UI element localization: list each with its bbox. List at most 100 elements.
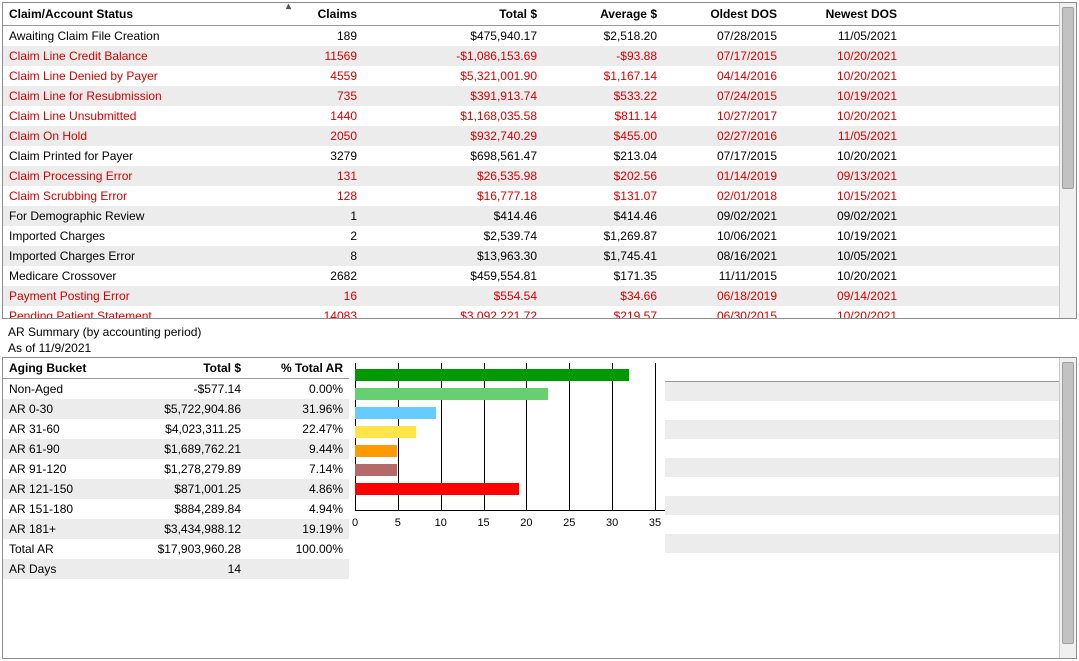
table-cell: 31.96% [247, 399, 349, 419]
table-cell: $698,561.47 [363, 146, 543, 166]
chart-gridline [612, 363, 613, 511]
vertical-scrollbar[interactable] [1059, 358, 1076, 658]
table-cell: 10/15/2021 [783, 186, 903, 206]
chart-bar [355, 388, 548, 400]
table-cell: $34.66 [543, 286, 663, 306]
chart-gridline [655, 363, 656, 511]
claims-table-header-row[interactable]: Claim/Account Status ▴ Claims Total $ Av… [3, 3, 1060, 26]
chart-bar [355, 407, 436, 419]
ar-summary-asof: As of 11/9/2021 [8, 341, 1075, 355]
table-row[interactable]: Claim Printed for Payer3279$698,561.47$2… [3, 146, 1060, 166]
table-row[interactable]: For Demographic Review1$414.46$414.4609/… [3, 206, 1060, 226]
table-cell: 10/20/2021 [783, 306, 903, 318]
table-row[interactable]: AR 151-180$884,289.844.94% [3, 499, 349, 519]
table-row[interactable]: AR 121-150$871,001.254.86% [3, 479, 349, 499]
table-cell: 06/18/2019 [663, 286, 783, 306]
table-cell: $219.57 [543, 306, 663, 318]
table-cell: 01/14/2019 [663, 166, 783, 186]
table-row[interactable]: Claim Line Credit Balance11569-$1,086,15… [3, 46, 1060, 66]
table-cell: 07/17/2015 [663, 146, 783, 166]
table-row[interactable]: Payment Posting Error16$554.54$34.6606/1… [3, 286, 1060, 306]
table-row[interactable]: Claim On Hold2050$932,740.29$455.0002/27… [3, 126, 1060, 146]
chart-tick-label: 15 [477, 517, 489, 529]
table-row[interactable]: Total AR$17,903,960.28100.00% [3, 539, 349, 559]
table-row[interactable]: AR 31-60$4,023,311.2522.47% [3, 419, 349, 439]
table-row[interactable]: Pending Patient Statement14083$3,092,221… [3, 306, 1060, 318]
table-cell: $1,278,279.89 [115, 459, 247, 479]
table-cell: Imported Charges [3, 226, 293, 246]
col-total[interactable]: Total $ [363, 3, 543, 26]
table-cell: Payment Posting Error [3, 286, 293, 306]
table-cell: 10/27/2017 [663, 106, 783, 126]
table-cell: 10/20/2021 [783, 66, 903, 86]
table-row[interactable]: Awaiting Claim File Creation189$475,940.… [3, 26, 1060, 47]
aging-header-row[interactable]: Aging Bucket Total $ % Total AR [3, 358, 349, 379]
table-row[interactable]: Imported Charges2$2,539.74$1,269.8710/06… [3, 226, 1060, 246]
table-cell: AR 151-180 [3, 499, 115, 519]
table-row[interactable]: Medicare Crossover2682$459,554.81$171.35… [3, 266, 1060, 286]
table-row[interactable]: Claim Scrubbing Error128$16,777.18$131.0… [3, 186, 1060, 206]
table-cell: $932,740.29 [363, 126, 543, 146]
col-status[interactable]: Claim/Account Status ▴ [3, 3, 293, 26]
table-cell: 10/20/2021 [783, 106, 903, 126]
table-cell: $811.14 [543, 106, 663, 126]
col-average[interactable]: Average $ [543, 3, 663, 26]
table-row[interactable]: AR 91-120$1,278,279.897.14% [3, 459, 349, 479]
col-bucket-pct[interactable]: % Total AR [247, 358, 349, 379]
table-cell: AR 31-60 [3, 419, 115, 439]
table-cell: 09/14/2021 [783, 286, 903, 306]
table-cell: 10/20/2021 [783, 46, 903, 66]
table-row[interactable]: Non-Aged-$577.140.00% [3, 379, 349, 400]
table-cell: 4559 [293, 66, 363, 86]
table-cell: $2,539.74 [363, 226, 543, 246]
scrollbar-thumb[interactable] [1062, 362, 1074, 644]
table-cell: $554.54 [363, 286, 543, 306]
table-row[interactable]: Claim Line Unsubmitted1440$1,168,035.58$… [3, 106, 1060, 126]
table-row[interactable]: AR Days14 [3, 559, 349, 579]
vertical-scrollbar[interactable] [1059, 3, 1076, 318]
table-cell: 2050 [293, 126, 363, 146]
table-cell: $1,689,762.21 [115, 439, 247, 459]
claims-status-table[interactable]: Claim/Account Status ▴ Claims Total $ Av… [3, 3, 1060, 318]
table-row[interactable]: Claim Line Denied by Payer4559$5,321,001… [3, 66, 1060, 86]
table-row[interactable]: Imported Charges Error8$13,963.30$1,745.… [3, 246, 1060, 266]
table-row[interactable]: Claim Processing Error131$26,535.98$202.… [3, 166, 1060, 186]
chart-tick-label: 20 [520, 517, 532, 529]
table-cell: $171.35 [543, 266, 663, 286]
chart-bar [355, 445, 397, 457]
table-cell: Medicare Crossover [3, 266, 293, 286]
table-cell: 2 [293, 226, 363, 246]
table-cell: 11/11/2015 [663, 266, 783, 286]
table-cell: 131 [293, 166, 363, 186]
col-claims[interactable]: Claims [293, 3, 363, 26]
aging-bucket-table[interactable]: Aging Bucket Total $ % Total AR Non-Aged… [3, 358, 349, 579]
col-bucket[interactable]: Aging Bucket [3, 358, 115, 379]
scrollbar-thumb[interactable] [1062, 7, 1074, 189]
table-cell: -$93.88 [543, 46, 663, 66]
table-row[interactable]: AR 0-30$5,722,904.8631.96% [3, 399, 349, 419]
table-cell: 14083 [293, 306, 363, 318]
chart-x-axis [355, 510, 665, 511]
col-status-label: Claim/Account Status [9, 7, 133, 21]
table-cell: 128 [293, 186, 363, 206]
table-cell: Awaiting Claim File Creation [3, 26, 293, 47]
table-cell: $17,903,960.28 [115, 539, 247, 559]
table-cell: 06/30/2015 [663, 306, 783, 318]
table-row[interactable]: Claim Line for Resubmission735$391,913.7… [3, 86, 1060, 106]
table-cell: 14 [115, 559, 247, 579]
table-cell: 04/14/2016 [663, 66, 783, 86]
col-bucket-total[interactable]: Total $ [115, 358, 247, 379]
col-oldest[interactable]: Oldest DOS [663, 3, 783, 26]
col-newest[interactable]: Newest DOS [783, 3, 903, 26]
table-cell: AR 61-90 [3, 439, 115, 459]
table-cell: 16 [293, 286, 363, 306]
table-cell: $5,722,904.86 [115, 399, 247, 419]
table-row[interactable]: AR 181+$3,434,988.1219.19% [3, 519, 349, 539]
table-cell: $213.04 [543, 146, 663, 166]
table-cell: $3,092,221.72 [363, 306, 543, 318]
table-cell: 100.00% [247, 539, 349, 559]
table-cell: Claim Line for Resubmission [3, 86, 293, 106]
table-cell: AR 91-120 [3, 459, 115, 479]
table-cell: $414.46 [543, 206, 663, 226]
table-row[interactable]: AR 61-90$1,689,762.219.44% [3, 439, 349, 459]
